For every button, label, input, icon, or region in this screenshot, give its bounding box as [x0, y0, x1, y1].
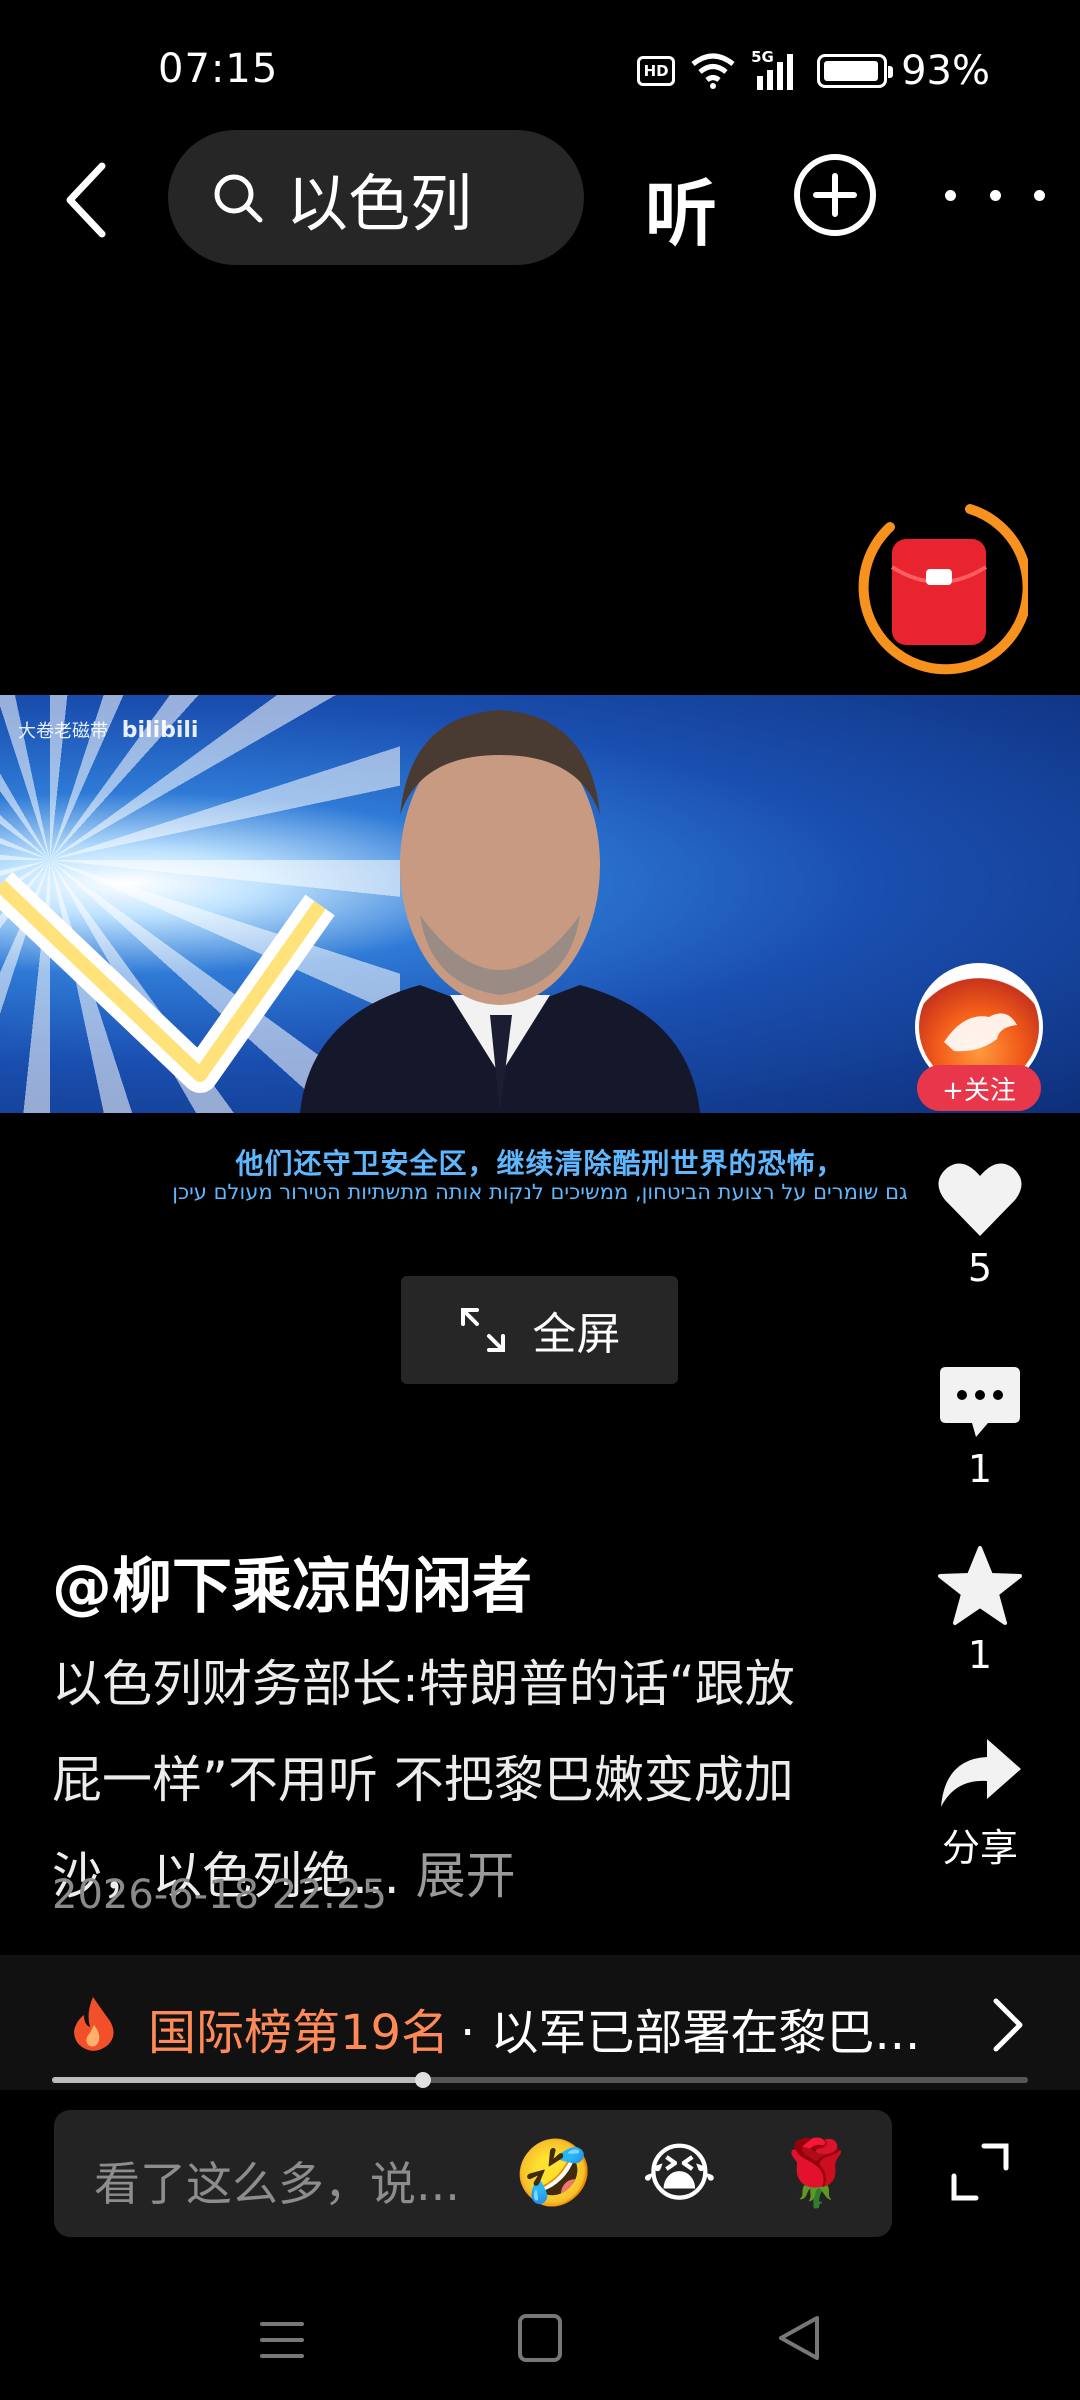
- watermark-logo: bilibili: [121, 718, 199, 743]
- creator-avatar-group[interactable]: +关注: [915, 963, 1043, 1113]
- video-watermark: 大卷老磁带 bilibili: [18, 717, 198, 743]
- menu-icon[interactable]: [258, 2318, 306, 2362]
- ranking-banner[interactable]: 国际榜第19名 · 以军已部署在黎巴...: [0, 1955, 1080, 2090]
- search-query: 以色列: [286, 166, 473, 240]
- rose-emoji-button[interactable]: 🌹: [776, 2136, 856, 2212]
- fullscreen-label: 全屏: [532, 1309, 621, 1360]
- comment-button[interactable]: 1: [915, 1365, 1045, 1491]
- listen-button[interactable]: 听: [645, 155, 717, 260]
- laughing-emoji-button[interactable]: 🤣: [514, 2136, 594, 2212]
- search-bar[interactable]: 以色列: [168, 130, 584, 265]
- top-nav: 以色列 听: [0, 130, 1080, 265]
- heart-icon: [938, 1163, 1022, 1236]
- star-icon: [938, 1546, 1022, 1625]
- share-label: 分享: [941, 1826, 1018, 1870]
- like-button[interactable]: 5: [915, 1160, 1045, 1290]
- ranking-label: 国际榜第19名: [148, 2005, 450, 2061]
- back-triangle-icon[interactable]: [775, 2312, 823, 2364]
- progress-handle[interactable]: [414, 2072, 431, 2088]
- hd-icon: HD: [637, 56, 676, 86]
- favorite-button[interactable]: 1: [915, 1545, 1045, 1677]
- network-type: 5G: [751, 48, 774, 66]
- chevron-right-icon: [993, 1998, 1023, 2052]
- dot: [945, 189, 956, 201]
- follow-button[interactable]: +关注: [917, 1065, 1041, 1111]
- author-name[interactable]: @柳下乘凉的闲者: [52, 1538, 532, 1625]
- fire-icon: [74, 1997, 114, 2051]
- fullscreen-icon: [460, 1308, 505, 1352]
- status-bar: 07:15 HD 5G 93%: [0, 0, 1080, 140]
- status-icons: HD 5G 93%: [637, 48, 990, 94]
- battery-icon: [817, 54, 894, 88]
- chevron-left-icon: [66, 162, 106, 238]
- ranking-headline: · 以军已部署在黎巴...: [460, 2005, 921, 2061]
- favorite-count: 1: [967, 1633, 993, 1677]
- wifi-icon: [691, 53, 735, 89]
- dot: [989, 189, 1001, 201]
- progress-fill: [52, 2077, 423, 2083]
- comment-input-bar[interactable]: 看了这么多，说... 🤣 😭 🌹: [54, 2110, 892, 2237]
- battery-level: [824, 61, 879, 81]
- speaker-figure: [300, 710, 700, 1113]
- more-button[interactable]: [945, 150, 1045, 240]
- search-icon: [214, 174, 263, 222]
- share-arrow-icon: [941, 1739, 1021, 1807]
- video-progress-bar[interactable]: [52, 2072, 1028, 2088]
- dot: [1034, 189, 1045, 201]
- fullscreen-button[interactable]: 全屏: [401, 1276, 678, 1384]
- home-square-icon[interactable]: [518, 2314, 562, 2362]
- comment-bubble-icon: [940, 1367, 1020, 1437]
- share-button[interactable]: 分享: [915, 1735, 1045, 1872]
- like-count: 5: [967, 1246, 993, 1290]
- post-timestamp: 2026-6-18 22:25: [52, 1872, 387, 1918]
- battery-percent: 93%: [901, 48, 990, 94]
- red-packet-icon[interactable]: [850, 497, 1028, 675]
- crying-emoji-button[interactable]: 😭: [642, 2136, 717, 2212]
- signal-icon: 5G: [751, 48, 803, 90]
- status-time: 07:15: [158, 46, 279, 92]
- back-button[interactable]: [50, 150, 120, 250]
- comment-count: 1: [967, 1447, 993, 1491]
- expand-icon[interactable]: [948, 2140, 1012, 2204]
- expand-link[interactable]: 展开: [416, 1847, 516, 1905]
- comment-input[interactable]: 看了这么多，说...: [94, 2148, 460, 2214]
- add-circle-icon[interactable]: [790, 150, 880, 240]
- watermark-text: 大卷老磁带: [18, 721, 108, 742]
- system-nav-bar: [0, 2290, 1080, 2400]
